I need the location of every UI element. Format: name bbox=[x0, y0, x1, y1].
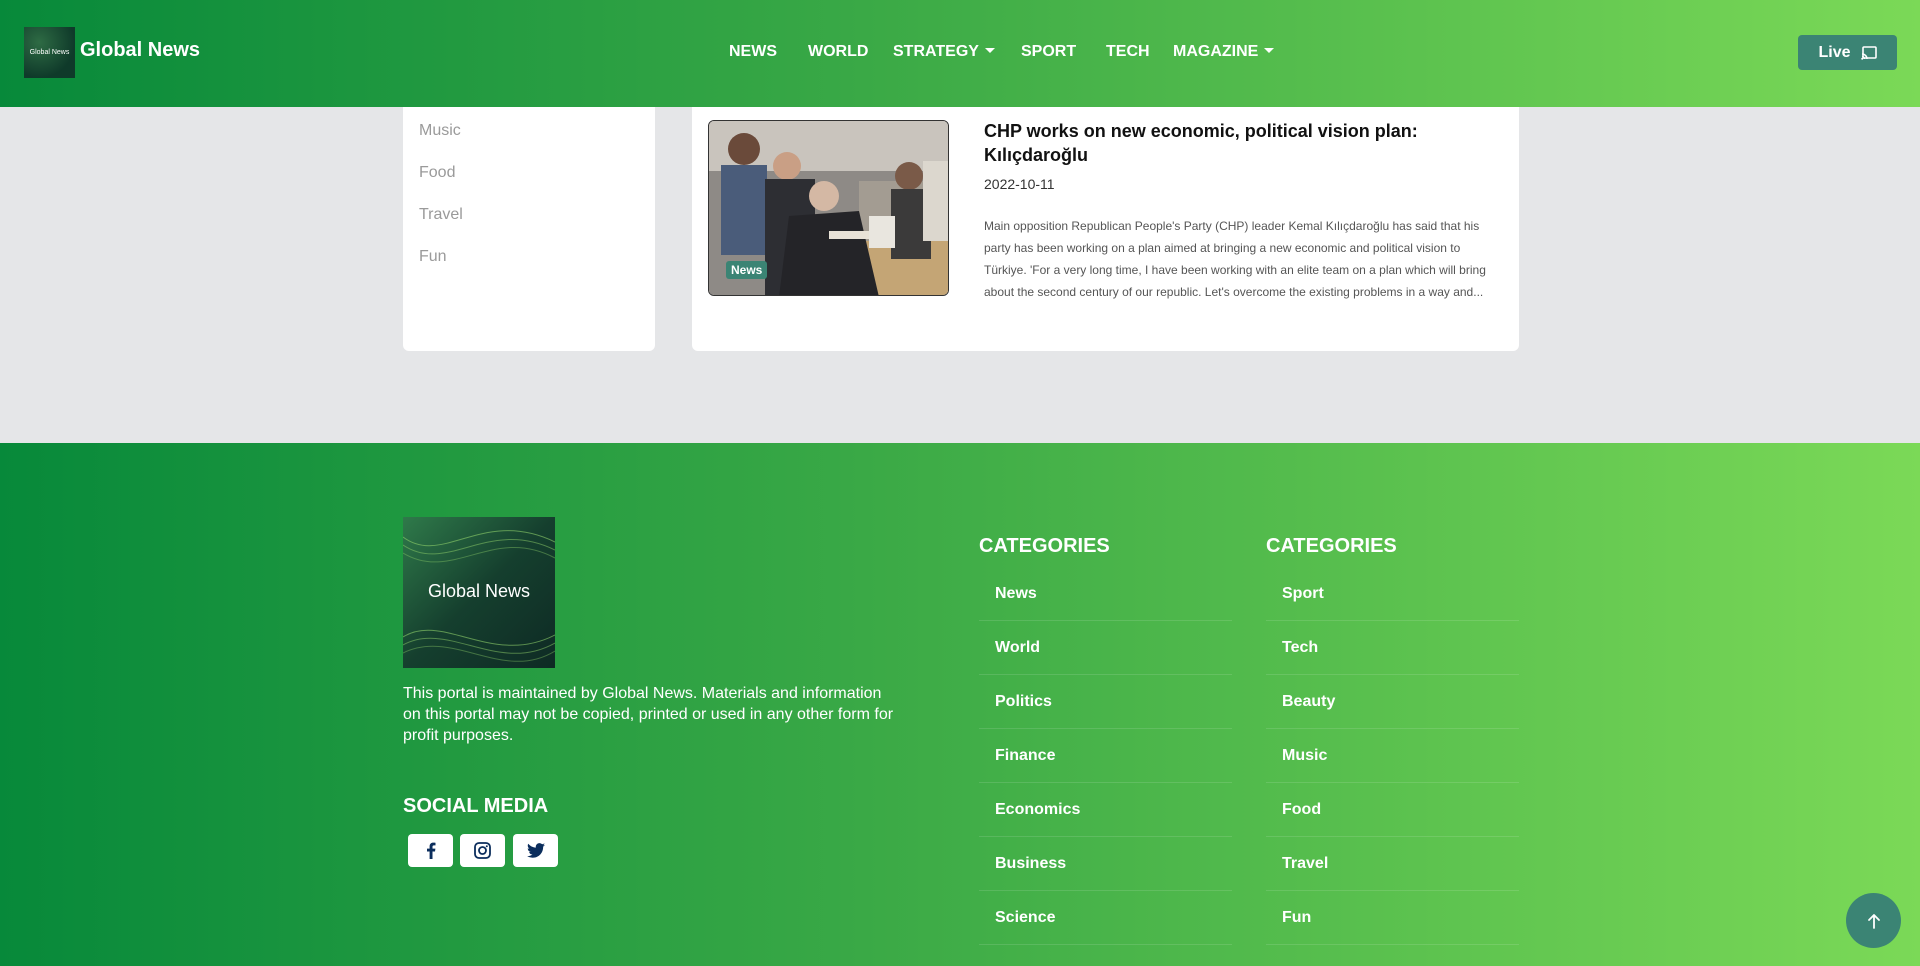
nav-item-label: WORLD bbox=[808, 43, 869, 60]
footer-link-fun[interactable]: Fun bbox=[1266, 891, 1519, 945]
footer-link-travel[interactable]: Travel bbox=[1266, 837, 1519, 891]
footer-logo-text: Global News bbox=[428, 581, 530, 601]
article-card: News CHP works on new economic, politica… bbox=[692, 107, 1519, 351]
footer-categories-list-1: News World Politics Finance Economics Bu… bbox=[979, 567, 1232, 945]
sidebar-item-travel[interactable]: Travel bbox=[419, 206, 463, 224]
footer-link-food[interactable]: Food bbox=[1266, 783, 1519, 837]
nav-item-world[interactable]: WORLD bbox=[808, 43, 868, 61]
nav-item-strategy[interactable]: STRATEGY bbox=[893, 43, 995, 61]
main-nav: NEWS WORLD STRATEGY SPORT TECH MAGAZINE bbox=[0, 0, 1920, 107]
nav-item-label: SPORT bbox=[1021, 43, 1077, 60]
footer-link-finance[interactable]: Finance bbox=[979, 729, 1232, 783]
arrow-up-icon bbox=[1867, 913, 1880, 929]
cast-icon bbox=[1860, 45, 1877, 60]
scroll-to-top-button[interactable] bbox=[1846, 893, 1901, 948]
footer-link-business[interactable]: Business bbox=[979, 837, 1232, 891]
site-footer: Global News This portal is maintained by… bbox=[0, 443, 1920, 966]
article-excerpt: Main opposition Republican People's Part… bbox=[984, 219, 1486, 299]
nav-item-news[interactable]: NEWS bbox=[729, 43, 777, 61]
footer-logo-art: Global News bbox=[403, 517, 555, 668]
facebook-icon bbox=[426, 842, 435, 859]
content-area: Music Food Travel Fun News CHP works on … bbox=[0, 107, 1920, 443]
nav-item-label: TECH bbox=[1106, 43, 1150, 60]
footer-link-world[interactable]: World bbox=[979, 621, 1232, 675]
footer-link-economics[interactable]: Economics bbox=[979, 783, 1232, 837]
footer-logo: Global News bbox=[403, 517, 555, 668]
nav-item-label: STRATEGY bbox=[893, 43, 979, 60]
article-title[interactable]: CHP works on new economic, political vis… bbox=[984, 119, 1484, 167]
nav-item-label: NEWS bbox=[729, 43, 777, 60]
caret-down-icon bbox=[984, 48, 995, 53]
nav-item-tech[interactable]: TECH bbox=[1106, 43, 1150, 61]
caret-down-icon bbox=[1264, 48, 1275, 53]
twitter-button[interactable] bbox=[513, 834, 558, 867]
nav-item-label: MAGAZINE bbox=[1173, 43, 1259, 60]
sidebar-categories: Music Food Travel Fun bbox=[403, 107, 655, 351]
footer-link-beauty[interactable]: Beauty bbox=[1266, 675, 1519, 729]
article-date: 2022-10-11 bbox=[984, 176, 1055, 192]
footer-link-tech[interactable]: Tech bbox=[1266, 621, 1519, 675]
footer-categories-title-1: CATEGORIES bbox=[979, 535, 1110, 557]
instagram-icon bbox=[474, 842, 491, 859]
footer-link-news[interactable]: News bbox=[979, 567, 1232, 621]
top-navbar: Global News Global News NEWS WORLD STRAT… bbox=[0, 0, 1920, 107]
sidebar-item-fun[interactable]: Fun bbox=[419, 248, 447, 266]
footer-link-politics[interactable]: Politics bbox=[979, 675, 1232, 729]
twitter-icon bbox=[526, 843, 545, 858]
footer-categories-title-2: CATEGORIES bbox=[1266, 535, 1397, 557]
article-image[interactable]: News bbox=[708, 120, 949, 296]
footer-link-music[interactable]: Music bbox=[1266, 729, 1519, 783]
social-media-title: SOCIAL MEDIA bbox=[403, 795, 549, 817]
instagram-button[interactable] bbox=[460, 834, 505, 867]
live-button[interactable]: Live bbox=[1798, 35, 1897, 70]
footer-link-science[interactable]: Science bbox=[979, 891, 1232, 945]
footer-categories-list-2: Sport Tech Beauty Music Food Travel Fun bbox=[1266, 567, 1519, 945]
nav-item-magazine[interactable]: MAGAZINE bbox=[1173, 43, 1275, 61]
sidebar-item-music[interactable]: Music bbox=[419, 122, 461, 140]
footer-about-text: This portal is maintained by Global News… bbox=[403, 685, 894, 744]
facebook-button[interactable] bbox=[408, 834, 453, 867]
category-badge[interactable]: News bbox=[726, 261, 768, 279]
sidebar-item-food[interactable]: Food bbox=[419, 164, 455, 182]
live-button-label: Live bbox=[1818, 43, 1851, 61]
footer-link-sport[interactable]: Sport bbox=[1266, 567, 1519, 621]
nav-item-sport[interactable]: SPORT bbox=[1021, 43, 1076, 61]
